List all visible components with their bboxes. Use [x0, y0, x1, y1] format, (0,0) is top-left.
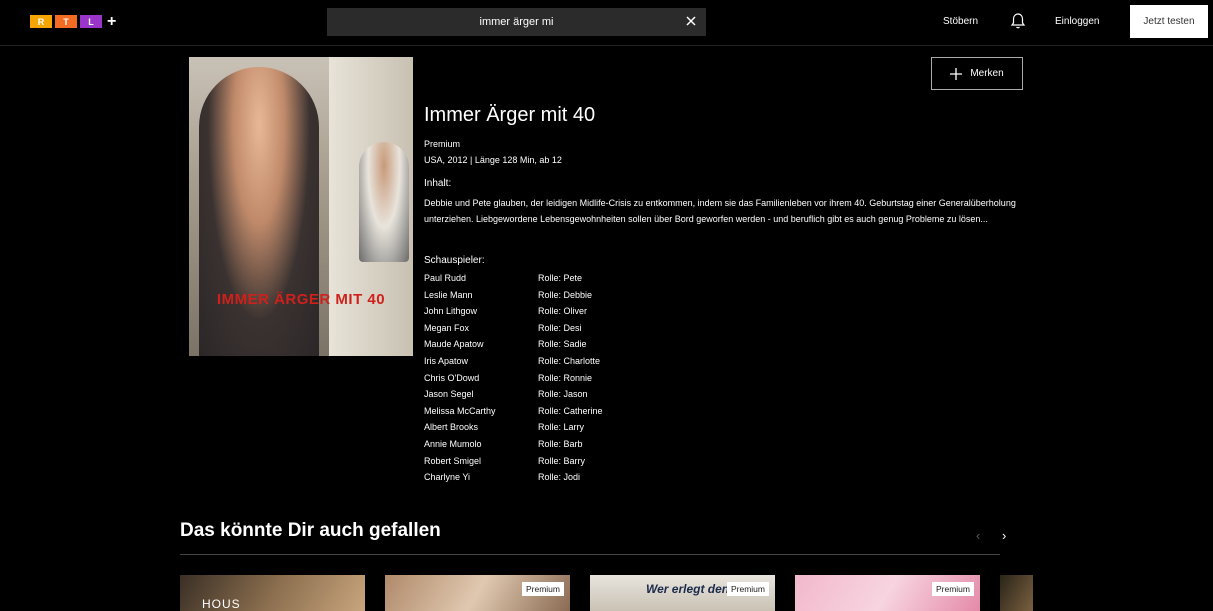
cast-role: Rolle: Pete — [538, 273, 583, 283]
cast-row: Albert Brooks Rolle: Larry — [424, 422, 724, 439]
premium-badge: Premium — [521, 582, 564, 596]
cast-actor: Albert Brooks — [424, 422, 479, 433]
cast-role: Rolle: Ronnie — [538, 372, 593, 383]
poster-figure-man — [359, 142, 409, 262]
bookmark-button[interactable]: Merken — [931, 57, 1023, 90]
cast-role: Rolle: Larry — [538, 422, 585, 433]
cast-role: Rolle: Jason — [538, 389, 588, 400]
cast-role: Rolle: Debbie — [538, 289, 593, 300]
recommendation-tile[interactable]: Premium — [385, 575, 570, 611]
premium-badge: Premium — [726, 582, 769, 596]
cast-role: Rolle: Barry — [538, 455, 586, 466]
cast-role: Rolle: Sadie — [538, 339, 587, 350]
bell-icon[interactable] — [1010, 12, 1026, 30]
cast-heading: Schauspieler: — [424, 255, 485, 266]
logo-letter-l: L — [80, 15, 102, 28]
logo-letter-r: R — [30, 15, 52, 28]
cast-role: Rolle: Jodi — [538, 472, 581, 483]
movie-poster: IMMER ÄRGER MIT 40 — [189, 57, 413, 356]
logo-plus: + — [107, 13, 117, 30]
nav-browse[interactable]: Stöbern — [943, 16, 978, 27]
chevron-left-icon[interactable]: ‹ — [976, 528, 980, 543]
cast-role: Rolle: Charlotte — [538, 355, 601, 366]
movie-title: Immer Ärger mit 40 — [424, 104, 596, 126]
cast-row: Melissa McCarthy Rolle: Catherine — [424, 406, 724, 423]
rtl-plus-logo[interactable]: R T L + — [30, 13, 117, 30]
cast-row: Leslie Mann Rolle: Debbie — [424, 290, 724, 307]
cast-role: Rolle: Oliver — [538, 306, 588, 317]
search-query: immer ärger mi — [479, 16, 554, 28]
cast-actor: Paul Rudd — [424, 273, 467, 283]
cast-actor: Leslie Mann — [424, 289, 473, 300]
logo-letter-t: T — [55, 15, 77, 28]
cast-actor: Jason Segel — [424, 389, 474, 400]
close-icon[interactable] — [684, 14, 698, 28]
recommendation-tile[interactable]: HOUS — [180, 575, 365, 611]
chevron-right-icon[interactable]: › — [1002, 528, 1006, 543]
movie-info: USA, 2012 | Länge 128 Min, ab 12 — [424, 155, 562, 165]
poster-figure-woman — [199, 67, 319, 356]
cast-actor: Maude Apatow — [424, 339, 484, 350]
content-heading: Inhalt: — [424, 178, 452, 189]
cast-row: Iris Apatow Rolle: Charlotte — [424, 356, 724, 373]
cast-actor: Charlyne Yi — [424, 472, 471, 483]
nav-login[interactable]: Einloggen — [1055, 16, 1099, 27]
cast-role: Rolle: Desi — [538, 322, 582, 333]
cast-actor: Iris Apatow — [424, 355, 469, 366]
cast-row: Jason Segel Rolle: Jason — [424, 389, 724, 406]
cast-role: Rolle: Barb — [538, 438, 583, 449]
recommendation-tile[interactable]: Premium — [795, 575, 980, 611]
premium-badge: Premium — [931, 582, 974, 596]
cast-row: Paul Rudd Rolle: Pete — [424, 273, 724, 290]
cast-role: Rolle: Catherine — [538, 405, 603, 416]
cast-row: Charlyne Yi Rolle: Jodi — [424, 472, 724, 489]
cast-actor: Melissa McCarthy — [424, 405, 496, 416]
cast-actor: Megan Fox — [424, 322, 470, 333]
cast-row: John Lithgow Rolle: Oliver — [424, 306, 724, 323]
cast-list: Paul Rudd Rolle: Pete Leslie Mann Rolle: D… — [424, 273, 724, 489]
recommendations-divider — [180, 554, 1000, 555]
cast-actor: Annie Mumolo — [424, 438, 482, 449]
recommendation-tile[interactable]: Wer erlegt den Dachs Premium — [590, 575, 775, 611]
recommendations-heading: Das könnte Dir auch gefallen — [180, 520, 441, 541]
try-now-button[interactable]: Jetzt testen — [1130, 5, 1208, 38]
cast-actor: Chris O'Dowd — [424, 372, 480, 383]
cast-row: Maude Apatow Rolle: Sadie — [424, 339, 724, 356]
tile-art-text: HOUS — [202, 597, 241, 611]
movie-description: Debbie und Pete glauben, der leidigen Mi… — [424, 198, 1016, 224]
cast-row: Chris O'Dowd Rolle: Ronnie — [424, 373, 724, 390]
search-input[interactable]: immer ärger mi — [327, 8, 706, 36]
cast-row: Robert Smigel Rolle: Barry — [424, 456, 724, 473]
cast-actor: John Lithgow — [424, 306, 478, 317]
recommendation-tile-partial[interactable] — [1000, 575, 1033, 611]
cast-row: Megan Fox Rolle: Desi — [424, 323, 724, 340]
poster-title: IMMER ÄRGER MIT 40 — [216, 291, 386, 308]
cast-row: Annie Mumolo Rolle: Barb — [424, 439, 724, 456]
top-bar: R T L + immer ärger mi Stöbern Einloggen… — [0, 0, 1213, 46]
tier-label: Premium — [424, 139, 461, 149]
plus-icon — [950, 67, 963, 80]
cast-actor: Robert Smigel — [424, 455, 482, 466]
bookmark-label: Merken — [970, 68, 1004, 79]
